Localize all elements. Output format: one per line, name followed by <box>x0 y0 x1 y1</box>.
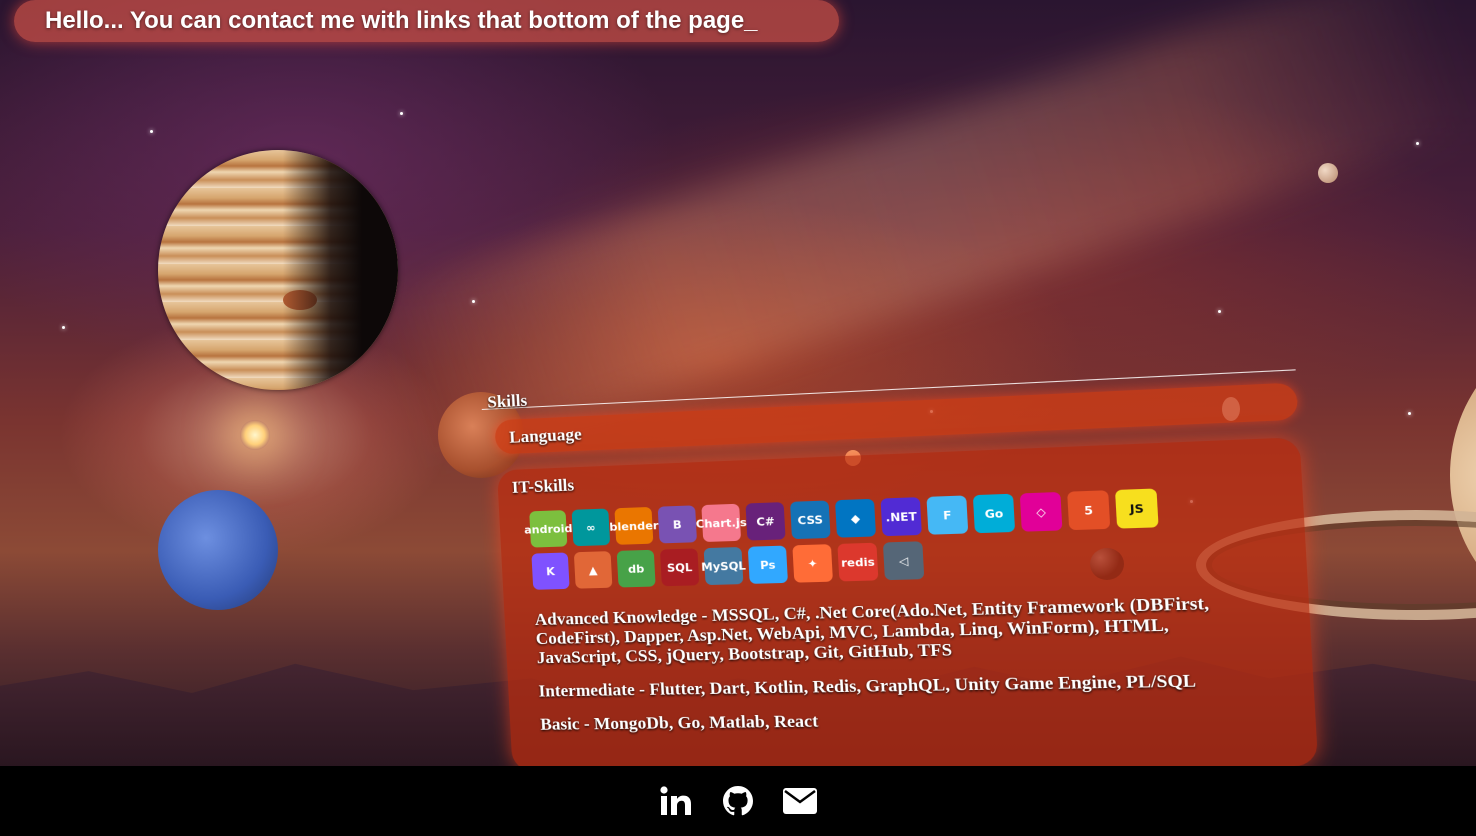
csharp-icon: C# <box>745 502 786 541</box>
greeting-banner: Hello... You can contact me with links t… <box>14 0 839 42</box>
star <box>62 326 65 329</box>
mssql-icon: SQL <box>659 548 700 587</box>
javascript-icon: JS <box>1114 488 1159 529</box>
email-icon[interactable] <box>783 784 817 818</box>
it-skills-section[interactable]: IT-Skills android ∞ blender B Chart.js C# CSS ◆… <box>496 437 1319 772</box>
go-icon: Go <box>972 493 1016 534</box>
github-icon[interactable] <box>721 784 755 818</box>
sun <box>240 420 270 450</box>
it-skills-heading: IT-Skills <box>511 475 575 497</box>
jupiter-planet <box>158 150 398 390</box>
blender-icon: blender <box>609 506 659 545</box>
neptune-planet <box>158 490 278 610</box>
kotlin-icon: K <box>531 552 570 590</box>
intermediate-skills: Intermediate - Flutter, Dart, Kotlin, Re… <box>538 670 1197 701</box>
footer <box>0 766 1476 836</box>
star <box>1218 310 1221 313</box>
tech-icons: android ∞ blender B Chart.js C# CSS ◆ .NET F Go ◇ 5 J… <box>524 486 1229 596</box>
skills-panel: Skills Language IT-Skills android ∞ blende… <box>480 332 1321 775</box>
android-icon: android <box>524 510 573 548</box>
mongodb-icon: db <box>616 549 656 588</box>
bootstrap-icon: B <box>657 505 698 544</box>
language-heading: Language <box>508 424 583 447</box>
css3-icon: CSS <box>790 500 831 540</box>
dotnet-icon: .NET <box>880 497 922 537</box>
postman-icon: ✦ <box>792 544 833 583</box>
star <box>400 112 403 115</box>
mysql-icon: MySQL <box>701 546 746 586</box>
moon <box>1318 163 1338 183</box>
basic-skills: Basic - MongoDb, Go, Matlab, React <box>539 711 819 734</box>
skill-text: Advanced Knowledge - MSSQL, C#, .Net Cor… <box>534 592 1250 748</box>
dart-icon: ◆ <box>835 498 877 538</box>
greeting-text: Hello... You can contact me with links t… <box>45 7 758 34</box>
advanced-skills: Advanced Knowledge - MSSQL, C#, .Net Cor… <box>534 593 1210 668</box>
photoshop-icon: Ps <box>747 545 788 584</box>
linkedin-icon[interactable] <box>659 784 693 818</box>
redis-icon: redis <box>837 542 879 582</box>
graphql-icon: ◇ <box>1019 491 1063 532</box>
matlab-icon: ▲ <box>573 551 613 589</box>
chartjs-icon: Chart.js <box>695 503 747 543</box>
unity-icon: ◁ <box>882 541 925 581</box>
skills-heading[interactable]: Skills <box>487 391 528 413</box>
arduino-icon: ∞ <box>571 508 611 547</box>
star <box>150 130 153 133</box>
html5-icon: 5 <box>1067 490 1111 531</box>
star <box>1408 412 1411 415</box>
star <box>1416 142 1419 145</box>
star <box>472 300 475 303</box>
flutter-icon: F <box>926 495 969 535</box>
